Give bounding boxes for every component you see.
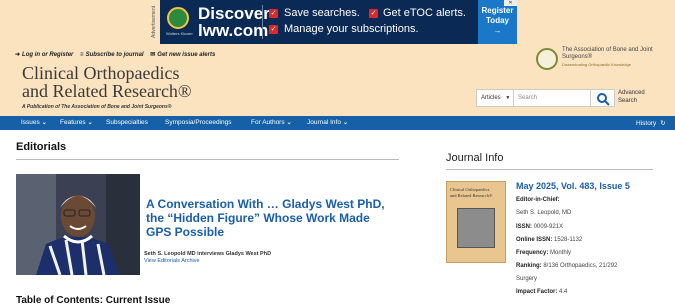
issue-alerts-link[interactable]: Get new issue alerts <box>157 52 215 58</box>
cover-title-line1: Clinical Orthopaedics <box>450 187 490 192</box>
nav-subspecialties[interactable]: Subspecialties <box>106 119 148 126</box>
search-button[interactable] <box>591 89 615 107</box>
frequency-label: Frequency: <box>516 250 549 256</box>
ad-logo-caption: Wolters Kluwer <box>166 31 193 36</box>
current-issue-link[interactable]: May 2025, Vol. 483, Issue 5 <box>516 181 630 191</box>
nav-issues-label: Issues <box>21 119 40 126</box>
subscribe-link[interactable]: Subscribe to journal <box>86 52 144 58</box>
editorials-heading: Editorials <box>16 141 67 153</box>
ranking-label: Ranking: <box>516 263 542 269</box>
search-input[interactable]: Search <box>514 89 591 107</box>
history-icon: ↻ <box>660 120 666 127</box>
mail-icon: ✉ <box>150 52 156 58</box>
online-issn-row: Online ISSN: 1528-1132 <box>516 237 582 243</box>
issue-cover-image[interactable]: Clinical Orthopaedics and Related Resear… <box>446 181 506 263</box>
ad-item-save: Save searches. <box>284 7 360 19</box>
nav-history-label: History <box>636 120 657 127</box>
ad-banner[interactable]: Wolters Kluwer Discover lww.com ✓ Save s… <box>160 0 517 44</box>
impact-factor-value: 4.4 <box>559 289 568 295</box>
journal-title-line1[interactable]: Clinical Orthopaedics <box>22 64 179 82</box>
login-register-link[interactable]: Log in or Register <box>22 52 73 58</box>
online-issn-value: 1528-1132 <box>554 237 583 243</box>
abjs-seal-icon[interactable] <box>536 48 558 70</box>
divider <box>446 169 653 170</box>
editor-label-text: Editor-in-Chief: <box>516 197 560 203</box>
search-scope-select[interactable]: Articles ▼ <box>476 89 514 107</box>
ad-item-manage: Manage your subscriptions. <box>284 23 419 35</box>
nav-for-authors-label: For Authors <box>251 119 285 126</box>
chevron-down-icon: ⌄ <box>342 120 348 126</box>
login-icon: ➜ <box>15 52 21 58</box>
feature-photo[interactable] <box>16 174 140 275</box>
nav-issues[interactable]: Issues ⌄ <box>21 119 47 126</box>
cover-title-line2: and Related Research® <box>450 193 493 198</box>
chevron-down-icon: ⌄ <box>87 120 93 126</box>
feature-article-title[interactable]: A Conversation With … Gladys West PhD, t… <box>146 197 386 239</box>
site-header: ➜ Log in or Register ≡ Subscribe to journa… <box>0 44 675 116</box>
nav-journal-info-label: Journal Info <box>307 119 341 126</box>
arrow-right-icon: → <box>493 26 502 35</box>
journal-info-heading: Journal Info <box>446 152 504 164</box>
chevron-down-icon: ▼ <box>505 95 511 101</box>
nav-symposia[interactable]: Symposia/Proceedings <box>165 119 231 126</box>
register-today-button[interactable]: Register Today → <box>478 0 517 44</box>
wolters-kluwer-logo-icon <box>167 7 189 29</box>
nav-journal-info[interactable]: Journal Info ⌄ <box>307 119 348 126</box>
editor-name: Seth S. Leopold, MD <box>516 210 572 216</box>
impact-factor-label: Impact Factor: <box>516 289 558 295</box>
nav-for-authors[interactable]: For Authors ⌄ <box>251 119 292 126</box>
frequency-value: Monthly <box>550 250 572 256</box>
nav-features[interactable]: Features ⌄ <box>60 119 93 126</box>
chevron-down-icon: ⌄ <box>41 120 47 126</box>
journal-publisher-line: A Publication of The Association of Bone… <box>22 104 172 110</box>
ad-discover-text: Discover <box>198 4 270 23</box>
ad-divider <box>262 5 263 39</box>
search-scope-value: Articles <box>481 95 501 101</box>
advertisement-label: Advertisement <box>151 6 157 38</box>
account-links: ➜ Log in or Register ≡ Subscribe to journa… <box>15 51 220 58</box>
check-icon: ✓ <box>269 9 278 18</box>
search-icon <box>597 93 610 106</box>
journal-title-line2[interactable]: and Related Research® <box>22 82 192 100</box>
impact-factor-row: Impact Factor: 4.4 <box>516 289 567 295</box>
advertisement-strip: Advertisement Wolters Kluwer Discover lw… <box>0 0 675 44</box>
ad-close-icon[interactable]: ✕ <box>504 0 517 6</box>
issn-label: ISSN: <box>516 224 533 230</box>
issn-value: 0009-921X <box>533 224 564 230</box>
ad-lww-text: lww.com <box>198 21 269 40</box>
nav-subspecialties-label: Subspecialties <box>106 119 148 126</box>
editor-label: Editor-in-Chief: <box>516 197 560 203</box>
nav-features-label: Features <box>60 119 86 126</box>
check-icon: ✓ <box>269 25 278 34</box>
editorials-archive-link[interactable]: View Editorials Archive <box>144 258 200 264</box>
cover-photo <box>457 208 495 248</box>
issn-row: ISSN: 0009-921X <box>516 224 563 230</box>
abjs-tagline: Disseminating Orthopaedic Knowledge <box>562 62 631 67</box>
frequency-row: Frequency: Monthly <box>516 250 571 256</box>
ranking-continued: Surgery <box>516 276 538 282</box>
abjs-name[interactable]: The Association of Bone and Joint Surgeo… <box>562 47 662 61</box>
portrait-image <box>16 174 140 275</box>
menu-icon: ≡ <box>80 52 84 58</box>
ad-item-etoc: Get eTOC alerts. <box>383 7 466 19</box>
chevron-down-icon: ⌄ <box>286 120 292 126</box>
online-issn-label: Online ISSN: <box>516 237 553 243</box>
ranking-row: Ranking: 8/136 Orthopaedics, 21/292 <box>516 263 617 269</box>
main-nav: Issues ⌄ Features ⌄ Subspecialties Symposi… <box>0 116 675 130</box>
toc-heading: Table of Contents: Current Issue <box>16 295 171 304</box>
nav-history[interactable]: History ↻ <box>636 119 666 127</box>
divider <box>16 159 399 160</box>
register-today-label: Register Today <box>481 6 514 25</box>
ranking-value: 8/136 Orthopaedics, 21/292 <box>543 263 618 269</box>
feature-byline: Seth S. Leopold MD interviews Gladys Wes… <box>144 251 272 257</box>
nav-symposia-label: Symposia/Proceedings <box>165 119 232 126</box>
advanced-search-link[interactable]: Advanced Search <box>618 89 658 105</box>
check-icon: ✓ <box>369 9 378 18</box>
